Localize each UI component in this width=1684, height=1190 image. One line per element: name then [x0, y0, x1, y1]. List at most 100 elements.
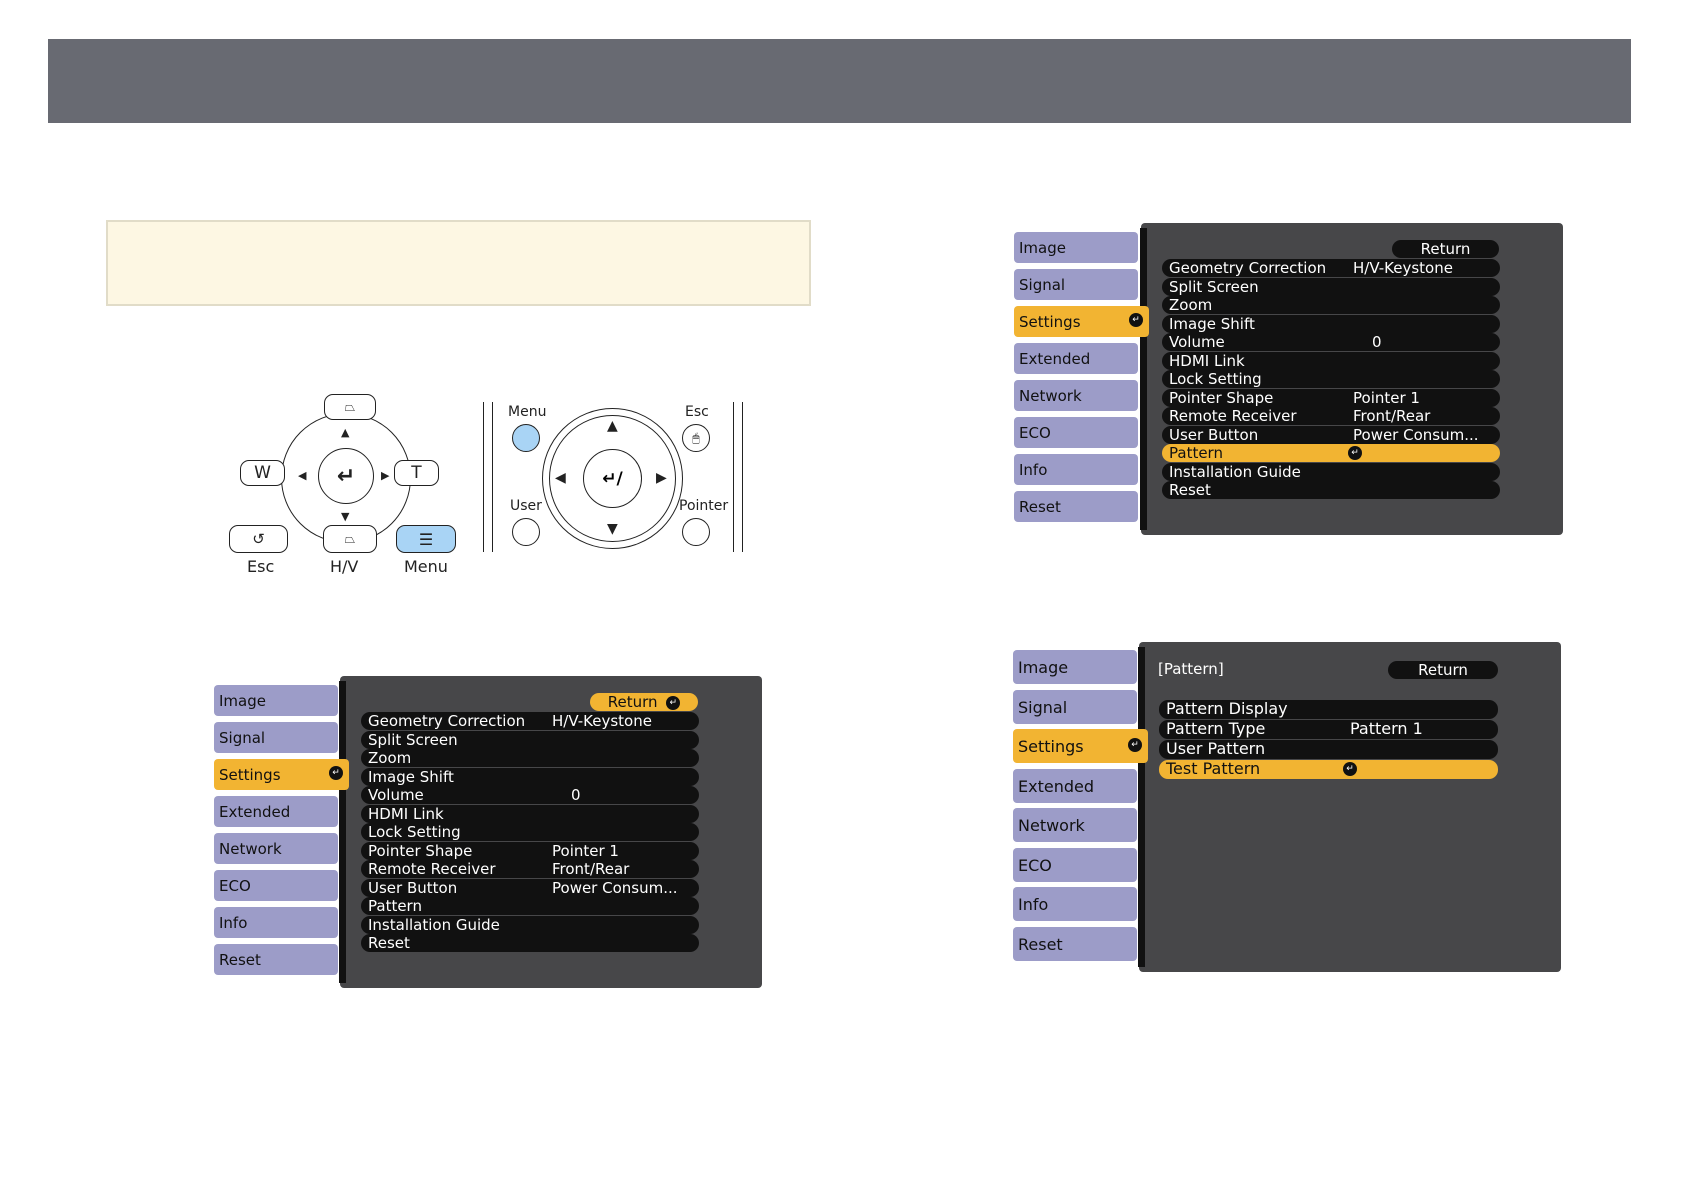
menu-row-zoom[interactable]: Zoom: [1162, 296, 1500, 314]
menu-row-reset[interactable]: Reset: [361, 934, 699, 952]
return-button[interactable]: Return ↵: [590, 693, 698, 711]
remote-control-left: ↵ ⏢ ▲ ▼ ◀ ▶ W T ↺ ⏢ ☰ Esc H/V Menu: [229, 392, 465, 578]
back-icon: ↺: [252, 530, 265, 548]
enter-mouse-icon: ↵/: [602, 468, 623, 489]
pointer-button[interactable]: [682, 518, 710, 546]
arrow-down-icon: ▼: [341, 510, 350, 523]
tab-info[interactable]: Info: [214, 907, 338, 938]
tab-eco[interactable]: ECO: [214, 870, 338, 901]
menu-row-test-pattern[interactable]: Test Pattern ↵: [1159, 760, 1498, 779]
tab-signal[interactable]: Signal: [1013, 690, 1137, 724]
tab-network[interactable]: Network: [214, 833, 338, 864]
esc-button[interactable]: 🖱: [682, 424, 710, 452]
menu-row-pointer-shape[interactable]: Pointer Shape Pointer 1: [361, 841, 699, 860]
menu-row-remote-receiver[interactable]: Remote Receiver Front/Rear: [361, 860, 699, 878]
return-button[interactable]: Return: [1388, 661, 1498, 679]
enter-icon: ↵: [336, 463, 356, 489]
menu-row-split-screen[interactable]: Split Screen: [1162, 277, 1500, 296]
arrow-right-icon: ▶: [381, 469, 390, 482]
settings-menu-screenshot-right: Image Signal Settings ↵ Extended Network …: [1014, 223, 1565, 535]
return-button[interactable]: Return: [1392, 240, 1499, 258]
menu-row-reset[interactable]: Reset: [1162, 481, 1500, 499]
tab-network[interactable]: Network: [1014, 380, 1138, 411]
tab-image[interactable]: Image: [1014, 232, 1138, 263]
menu-row-user-button[interactable]: User Button Power Consum...: [1162, 425, 1500, 444]
tab-info[interactable]: Info: [1013, 887, 1137, 921]
keystone-up-button[interactable]: ⏢: [324, 394, 376, 420]
menu-row-zoom[interactable]: Zoom: [361, 749, 699, 767]
keystone-icon: ⏢: [344, 399, 356, 415]
menu-row-pointer-shape[interactable]: Pointer Shape Pointer 1: [1162, 388, 1500, 407]
tab-settings[interactable]: Settings ↵: [1013, 729, 1148, 763]
menu-row-pattern-type[interactable]: Pattern Type Pattern 1: [1159, 720, 1498, 739]
user-button[interactable]: [512, 518, 540, 546]
menu-row-lock-setting[interactable]: Lock Setting: [1162, 370, 1500, 388]
menu-row-installation-guide[interactable]: Installation Guide: [1162, 462, 1500, 481]
menu-panel: [1138, 642, 1561, 972]
tab-image[interactable]: Image: [1013, 650, 1137, 684]
mouse-icon: 🖱: [692, 430, 700, 445]
esc-button[interactable]: ↺: [229, 525, 288, 553]
enter-icon: ↵: [329, 766, 343, 780]
tab-settings[interactable]: Settings ↵: [1014, 306, 1149, 337]
tab-reset[interactable]: Reset: [1013, 927, 1137, 961]
menu-button[interactable]: [512, 424, 540, 452]
tab-extended[interactable]: Extended: [1014, 343, 1138, 374]
tab-signal[interactable]: Signal: [214, 722, 338, 753]
enter-pointer-button[interactable]: ↵/: [583, 449, 642, 508]
arrow-up-icon: ▲: [607, 418, 618, 434]
menu-row-pattern[interactable]: Pattern: [361, 897, 699, 915]
hv-button[interactable]: ⏢: [323, 525, 377, 553]
menu-row-user-pattern[interactable]: User Pattern: [1159, 740, 1498, 759]
menu-row-volume[interactable]: Volume 0: [361, 786, 699, 804]
tab-network[interactable]: Network: [1013, 808, 1137, 842]
menu-row-volume[interactable]: Volume 0: [1162, 333, 1500, 351]
tab-info[interactable]: Info: [1014, 454, 1138, 485]
menu-row-image-shift[interactable]: Image Shift: [1162, 314, 1500, 333]
arrow-down-icon: ▼: [607, 521, 618, 537]
tab-signal[interactable]: Signal: [1014, 269, 1138, 300]
menu-row-image-shift[interactable]: Image Shift: [361, 767, 699, 786]
menu-list-icon: ☰: [418, 529, 434, 549]
tab-extended[interactable]: Extended: [1013, 769, 1137, 803]
tab-reset[interactable]: Reset: [1014, 491, 1138, 522]
tab-eco[interactable]: ECO: [1013, 848, 1137, 882]
menu-row-lock-setting[interactable]: Lock Setting: [361, 823, 699, 841]
tab-eco[interactable]: ECO: [1014, 417, 1138, 448]
tab-image[interactable]: Image: [214, 685, 338, 716]
tab-settings[interactable]: Settings ↵: [214, 759, 349, 790]
menu-label: Menu: [404, 557, 448, 576]
tab-extended[interactable]: Extended: [214, 796, 338, 827]
menu-row-pattern-display[interactable]: Pattern Display: [1159, 700, 1498, 719]
t-button[interactable]: T: [394, 460, 439, 486]
menu-label: Menu: [508, 404, 547, 420]
note-box: [106, 220, 811, 306]
enter-button[interactable]: ↵: [318, 448, 374, 504]
menu-row-user-button[interactable]: User Button Power Consum...: [361, 878, 699, 897]
menu-button[interactable]: ☰: [396, 525, 456, 553]
keystone-hv-icon: ⏢: [344, 531, 356, 547]
menu-row-installation-guide[interactable]: Installation Guide: [361, 915, 699, 934]
tab-reset[interactable]: Reset: [214, 944, 338, 975]
menu-row-geometry-correction[interactable]: Geometry Correction H/V-Keystone: [361, 712, 699, 730]
arrow-up-icon: ▲: [341, 426, 350, 439]
menu-row-pattern[interactable]: Pattern ↵: [1162, 444, 1500, 462]
remote-control-right: Menu Esc 🖱 ↵/ ▲ ▼ ◀ ▶ User Pointer: [475, 398, 750, 560]
menu-row-hdmi-link[interactable]: HDMI Link: [1162, 351, 1500, 370]
user-label: User: [510, 498, 542, 514]
menu-row-geometry-correction[interactable]: Geometry Correction H/V-Keystone: [1162, 259, 1500, 277]
pattern-menu-screenshot: Image Signal Settings ↵ Extended Network …: [1013, 642, 1564, 972]
hv-label: H/V: [330, 557, 359, 576]
enter-icon: ↵: [1128, 738, 1142, 752]
menu-row-hdmi-link[interactable]: HDMI Link: [361, 804, 699, 823]
pointer-label: Pointer: [679, 498, 729, 514]
arrow-left-icon: ◀: [298, 469, 307, 482]
submenu-title: [Pattern]: [1158, 660, 1224, 678]
menu-row-remote-receiver[interactable]: Remote Receiver Front/Rear: [1162, 407, 1500, 425]
esc-label: Esc: [685, 404, 709, 420]
enter-icon: ↵: [1129, 313, 1143, 327]
enter-icon: ↵: [1348, 446, 1362, 460]
w-button[interactable]: W: [240, 460, 285, 486]
enter-icon: ↵: [1343, 762, 1357, 776]
menu-row-split-screen[interactable]: Split Screen: [361, 730, 699, 749]
